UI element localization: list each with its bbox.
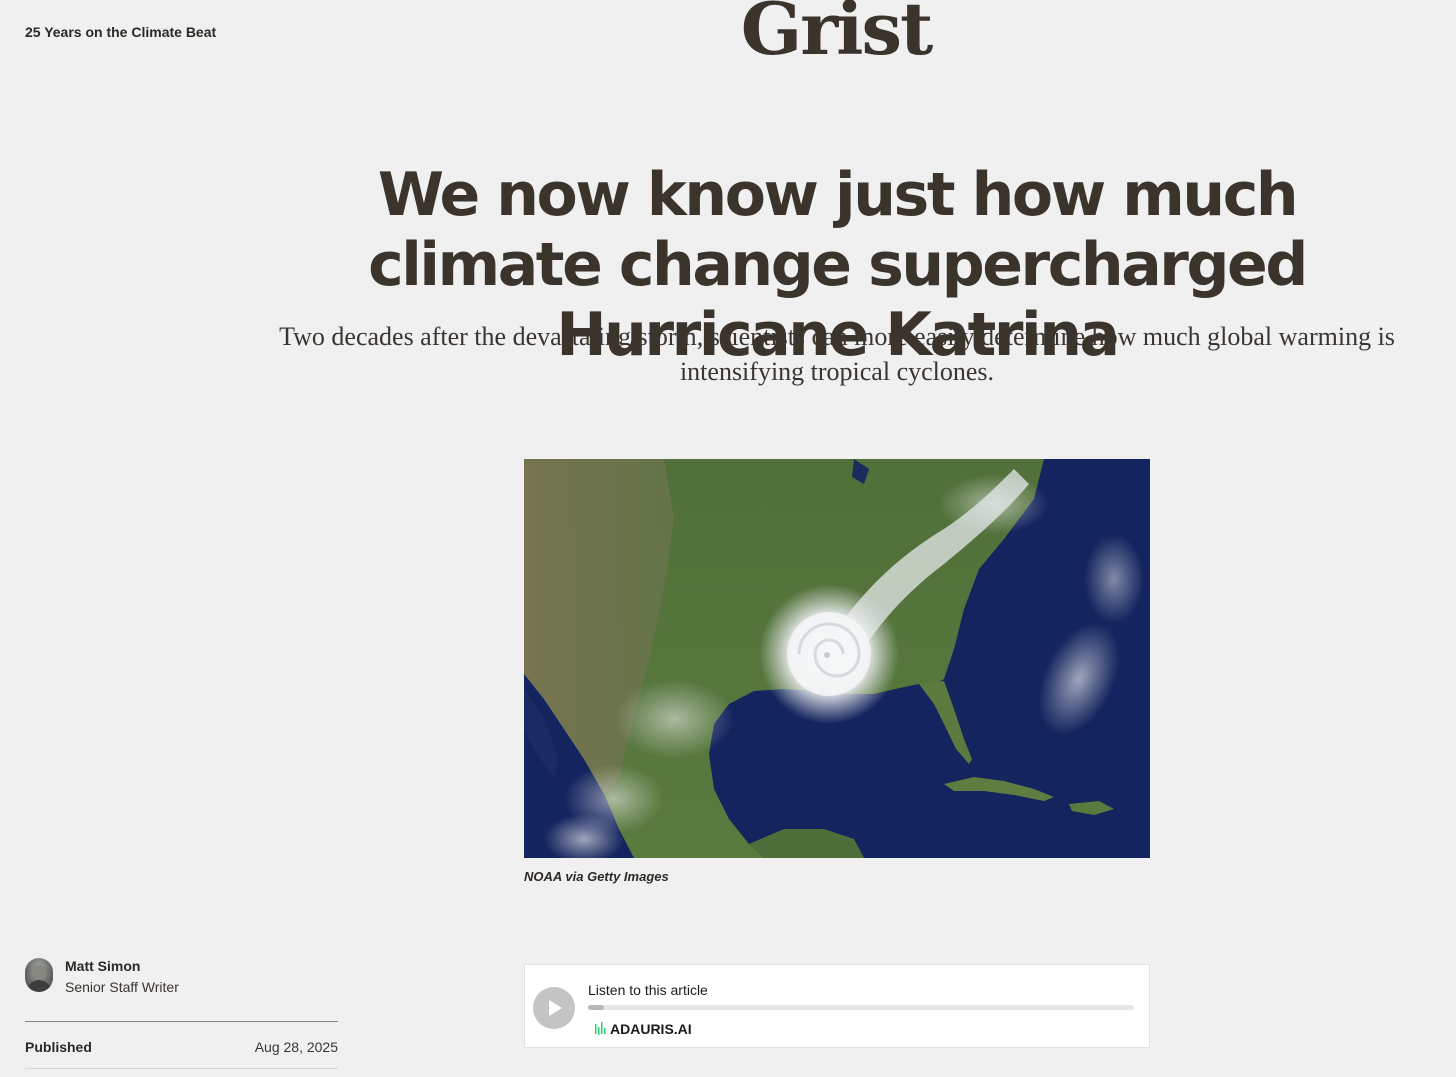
- article-dek: Two decades after the devastating storm,…: [279, 322, 1395, 386]
- author-name[interactable]: Matt Simon: [65, 958, 140, 974]
- image-credit: NOAA via Getty Images: [524, 869, 669, 884]
- author-byline[interactable]: Matt Simon Senior Staff Writer: [25, 957, 345, 997]
- listen-label: Listen to this article: [588, 982, 708, 998]
- adauris-brand-text: ADAURIS.AI: [610, 1021, 692, 1037]
- play-icon: [549, 1000, 562, 1016]
- waveform-icon: [595, 1022, 606, 1035]
- published-date: Aug 28, 2025: [254, 1039, 338, 1055]
- audio-progress-fill: [588, 1005, 605, 1010]
- audio-progress-bar[interactable]: [588, 1005, 1134, 1010]
- avatar-shoulders: [27, 980, 51, 992]
- author-title: Senior Staff Writer: [65, 979, 179, 995]
- published-divider-top: [25, 1021, 338, 1022]
- published-divider-bottom: [25, 1068, 338, 1069]
- audio-player: Listen to this article ADAURIS.AI: [524, 964, 1150, 1048]
- grist-logo[interactable]: Grist: [0, 0, 1456, 71]
- hero-satellite-image: [524, 459, 1150, 858]
- published-label: Published: [25, 1039, 92, 1055]
- play-button[interactable]: [533, 987, 575, 1029]
- avatar-face: [33, 965, 45, 979]
- author-avatar[interactable]: [25, 958, 53, 992]
